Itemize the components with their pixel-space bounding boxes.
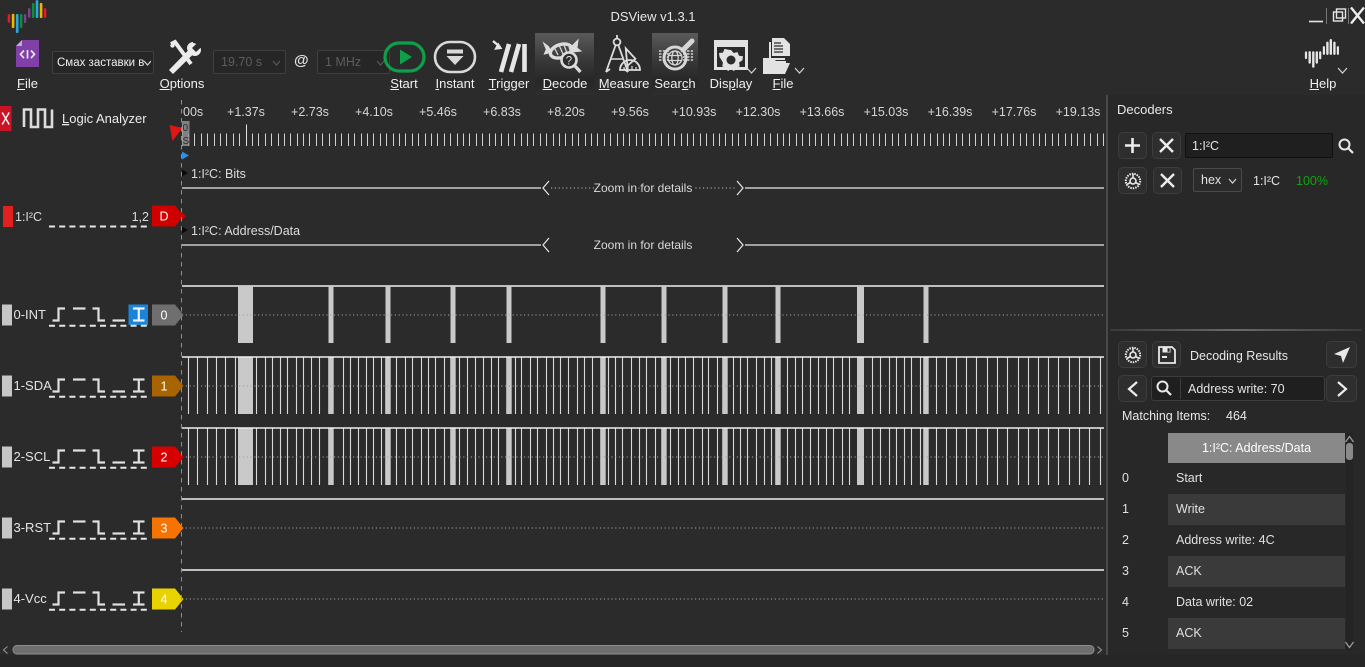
svg-text:1: 1 [161, 380, 168, 394]
svg-text:0: 0 [183, 123, 189, 134]
svg-text:Zoom in for details: Zoom in for details [594, 181, 693, 195]
svg-text:+10.93s: +10.93s [672, 105, 717, 119]
svg-text:+4.10s: +4.10s [355, 105, 393, 119]
svg-text:1:I²C: 1:I²C [15, 210, 42, 224]
svg-text:D: D [159, 210, 168, 224]
svg-text:+9.56s: +9.56s [611, 105, 649, 119]
svg-text:+15.03s: +15.03s [864, 105, 909, 119]
svg-text:0: 0 [161, 309, 168, 323]
svg-text:1:I²C: Bits: 1:I²C: Bits [191, 167, 246, 181]
svg-text:+6.83s: +6.83s [483, 105, 521, 119]
svg-text:00s: 00s [183, 105, 203, 119]
svg-text:4: 4 [161, 593, 168, 607]
svg-text:+16.39s: +16.39s [928, 105, 973, 119]
svg-text:+13.66s: +13.66s [800, 105, 845, 119]
svg-text:1,2: 1,2 [132, 210, 149, 224]
svg-text:+2.73s: +2.73s [291, 105, 329, 119]
svg-text:0-INT: 0-INT [14, 307, 47, 322]
svg-text:+1.37s: +1.37s [227, 105, 265, 119]
svg-text:S: S [183, 136, 190, 147]
svg-text:1:I²C: Address/Data: 1:I²C: Address/Data [191, 224, 300, 238]
svg-text:Zoom in for details: Zoom in for details [594, 238, 693, 252]
svg-text:1-SDA: 1-SDA [14, 378, 53, 393]
svg-text:+19.13s: +19.13s [1056, 105, 1101, 119]
svg-text:2: 2 [161, 451, 168, 465]
svg-text:3-RST: 3-RST [14, 520, 52, 535]
svg-text:+12.30s: +12.30s [736, 105, 781, 119]
svg-text:3: 3 [161, 522, 168, 536]
svg-text:+8.20s: +8.20s [547, 105, 585, 119]
svg-text:4-Vcc: 4-Vcc [14, 591, 48, 606]
svg-text:Logic Analyzer: Logic Analyzer [62, 111, 147, 126]
svg-text:2-SCL: 2-SCL [14, 449, 51, 464]
svg-text:+5.46s: +5.46s [419, 105, 457, 119]
svg-text:+17.76s: +17.76s [992, 105, 1037, 119]
